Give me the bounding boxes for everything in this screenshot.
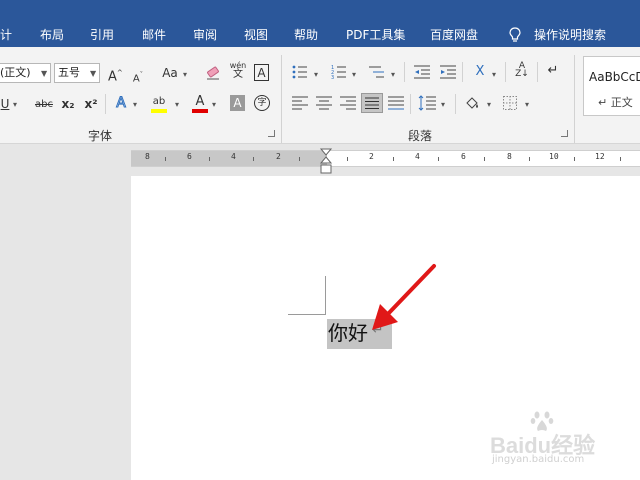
divider — [462, 62, 463, 82]
divider — [574, 55, 575, 143]
ruler-tick — [299, 157, 300, 161]
style-sample: AaBbCcD — [589, 70, 640, 84]
sort-icon[interactable]: A Z↓ — [513, 62, 531, 79]
paragraph-dialog-launcher-icon[interactable] — [561, 130, 568, 137]
phonetic-guide-button[interactable]: wén 文 — [228, 61, 248, 80]
numbering-icon[interactable]: 123 — [331, 64, 347, 80]
divider — [505, 62, 506, 82]
ruler-number: 6 — [461, 152, 466, 161]
font-dialog-launcher-icon[interactable] — [268, 130, 275, 137]
ruler-number: 2 — [369, 152, 374, 161]
ruler-number: 12 — [595, 152, 605, 161]
ruler-number: 2 — [276, 152, 281, 161]
ruler-left-margin — [131, 151, 327, 166]
chevron-down-icon[interactable]: ▾ — [352, 70, 356, 80]
paragraph-mark-icon: ↵ — [598, 96, 611, 109]
ruler-number: 10 — [549, 152, 559, 161]
ruler-tick — [209, 157, 210, 161]
character-shading-button[interactable]: A — [230, 95, 245, 111]
show-marks-icon[interactable]: ↵ — [545, 63, 561, 79]
ruler-number: 6 — [187, 152, 192, 161]
margin-corner-mark — [325, 276, 326, 315]
character-border-button[interactable]: A — [254, 64, 269, 81]
divider — [537, 62, 538, 82]
grow-font-button[interactable]: A^ — [108, 65, 123, 85]
font-color-swatch — [192, 109, 208, 113]
ruler-tick — [438, 157, 439, 161]
shrink-font-button[interactable]: Aˇ — [132, 67, 144, 87]
line-spacing-icon[interactable] — [418, 95, 436, 111]
decrease-indent-icon[interactable] — [414, 64, 430, 80]
subscript-button[interactable]: x₂ — [60, 96, 76, 112]
ruler-tick — [165, 157, 166, 161]
chevron-down-icon[interactable]: ▾ — [487, 100, 491, 110]
underline-button[interactable]: U — [0, 96, 10, 112]
ruler-tick — [529, 157, 530, 161]
horizontal-ruler[interactable]: 8 6 4 2 2 4 6 8 10 12 — [131, 150, 640, 167]
ruler-tick — [347, 157, 348, 161]
text-highlight-button[interactable]: ab — [151, 94, 167, 110]
chinese-layout-icon[interactable]: Ⅹ — [470, 64, 490, 80]
chevron-down-icon[interactable]: ▾ — [492, 70, 496, 80]
ruler-number: 8 — [145, 152, 150, 161]
chevron-down-icon[interactable]: ▾ — [314, 70, 318, 80]
chevron-down-icon[interactable]: ▾ — [175, 100, 179, 110]
paragraph-group-label: 段落 — [408, 129, 433, 143]
chevron-down-icon[interactable]: ▾ — [13, 100, 17, 110]
change-case-button[interactable]: Aa — [160, 65, 180, 81]
baidu-watermark: Baidu经验 jingyan.baidu.com — [488, 408, 618, 468]
ruler-tick — [574, 157, 575, 161]
enclose-characters-button[interactable]: 字 — [254, 95, 270, 111]
text-effects-button[interactable]: A — [114, 95, 128, 112]
increase-indent-icon[interactable] — [440, 64, 456, 80]
multilevel-list-icon[interactable] — [369, 64, 385, 80]
indent-marker-icon[interactable] — [320, 148, 332, 176]
watermark-url: jingyan.baidu.com — [492, 454, 585, 465]
style-name: ↵ 正文 — [598, 96, 633, 109]
divider — [105, 94, 106, 114]
justify-button[interactable] — [361, 93, 383, 113]
bullets-icon[interactable] — [292, 64, 308, 80]
svg-text:3: 3 — [331, 75, 334, 80]
highlight-color-swatch — [151, 109, 167, 113]
distributed-icon[interactable] — [388, 96, 404, 110]
lightbulb-icon — [509, 27, 521, 42]
ruler-tick — [253, 157, 254, 161]
align-left-icon[interactable] — [292, 96, 308, 110]
ruler-number: 8 — [507, 152, 512, 161]
ribbon-tab-bar: 计 布局 引用 邮件 审阅 视图 帮助 PDF工具集 百度网盘 操作说明搜索 — [0, 0, 640, 47]
margin-corner-mark — [288, 314, 326, 315]
ruler-number: 4 — [231, 152, 236, 161]
chevron-down-icon[interactable]: ▾ — [441, 100, 445, 110]
superscript-button[interactable]: x² — [83, 96, 99, 112]
chevron-down-icon[interactable]: ▼ — [41, 69, 47, 79]
divider — [281, 55, 282, 143]
justify-icon — [365, 97, 379, 109]
ruler-number: 4 — [415, 152, 420, 161]
chevron-down-icon[interactable]: ▾ — [133, 100, 137, 110]
font-group-label: 字体 — [88, 129, 113, 143]
annotation-arrow-icon — [372, 264, 436, 330]
paint-bucket-icon[interactable] — [464, 95, 482, 111]
chevron-down-icon[interactable]: ▾ — [183, 70, 187, 80]
ruler-tick — [484, 157, 485, 161]
chevron-down-icon[interactable]: ▼ — [90, 69, 96, 79]
divider — [410, 94, 411, 114]
align-right-icon[interactable] — [340, 96, 356, 110]
strikethrough-button[interactable]: abc — [33, 97, 55, 113]
borders-icon[interactable] — [503, 96, 517, 110]
chevron-down-icon[interactable]: ▾ — [391, 70, 395, 80]
font-color-button[interactable]: A — [193, 94, 207, 110]
divider — [455, 94, 456, 114]
align-center-icon[interactable] — [316, 96, 332, 110]
chevron-down-icon[interactable]: ▾ — [525, 100, 529, 110]
ruler-tick — [393, 157, 394, 161]
style-normal[interactable]: AaBbCcD ↵ 正文 — [583, 56, 640, 116]
clear-formatting-icon[interactable] — [205, 65, 221, 81]
ruler-tick — [620, 157, 621, 161]
chevron-down-icon[interactable]: ▾ — [212, 100, 216, 110]
divider — [404, 62, 405, 82]
